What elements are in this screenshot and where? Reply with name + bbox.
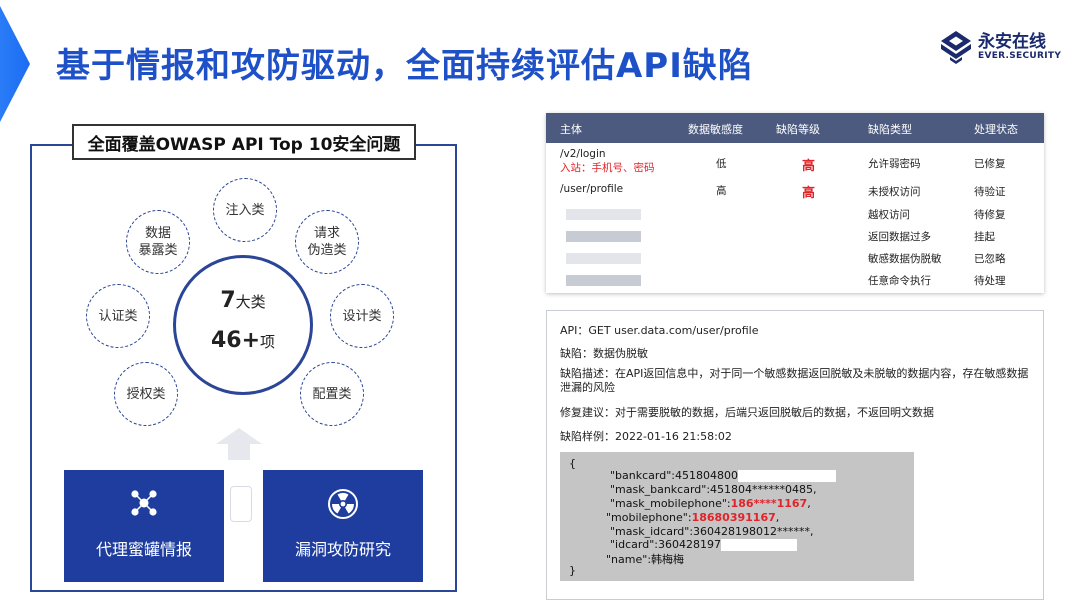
- category-authorization: 授权类: [114, 362, 178, 426]
- logo-en: EVER.SECURITY: [978, 51, 1062, 61]
- code-line: "mask_mobilephone":186****1167,: [610, 497, 811, 510]
- ever-security-logo-icon: [941, 31, 971, 64]
- radiation-icon: [328, 489, 358, 519]
- feature-label: 代理蜜罐情报: [95, 540, 192, 559]
- code-line: "name":韩梅梅: [606, 553, 685, 566]
- sample-code-block: { "bankcard":451804800 "mask_bankcard":4…: [560, 452, 914, 581]
- feature-vuln-research: 漏洞攻防研究: [263, 470, 423, 582]
- category-unit: 大类: [235, 293, 266, 311]
- network-nodes-icon: [131, 490, 157, 516]
- col-subject: 主体: [560, 123, 582, 136]
- redaction: [720, 539, 797, 551]
- page-title: 基于情报和攻防驱动，全面持续评估API缺陷: [56, 46, 753, 86]
- owasp-label: 全面覆盖OWASP API Top 10安全问题: [72, 124, 416, 160]
- category-data-exposure: 数据 暴露类: [126, 210, 190, 274]
- detail-description: 缺陷描述：在API返回信息中，对于同一个敏感数据返回脱敏及未脱敏的数据内容，存在…: [560, 367, 1029, 394]
- table-header: 主体 数据敏感度 缺陷等级 缺陷类型 处理状态: [546, 113, 1044, 143]
- defect-table: 主体 数据敏感度 缺陷等级 缺陷类型 处理状态 /v2/login 入站：手机号…: [546, 113, 1044, 293]
- category-authentication: 认证类: [86, 284, 150, 348]
- detail-sample: 缺陷样例：2022-01-16 21:58:02: [560, 430, 732, 443]
- brand-logo: 永安在线 EVER.SECURITY: [940, 30, 1061, 64]
- connector-deco: [230, 486, 252, 522]
- category-design: 设计类: [330, 284, 394, 348]
- col-level: 缺陷等级: [776, 123, 820, 136]
- col-status: 处理状态: [974, 123, 1018, 136]
- code-line: "mask_bankcard":451804******0485,: [610, 483, 817, 496]
- code-line: "bankcard":451804800: [610, 469, 836, 482]
- feature-proxy-honeypot: 代理蜜罐情报: [64, 470, 224, 582]
- category-request-forgery: 请求 伪造类: [295, 210, 359, 274]
- up-arrow-icon: [216, 428, 262, 460]
- category-configuration: 配置类: [300, 362, 364, 426]
- code-line: "mask_idcard":360428198012******,: [610, 525, 814, 538]
- redacted-subject: [566, 231, 641, 242]
- detail-suggestion: 修复建议：对于需要脱敏的数据，后端只返回脱敏后的数据，不返回明文数据: [560, 406, 934, 419]
- code-line: "idcard":360428197: [610, 538, 797, 551]
- logo-cn: 永安在线: [978, 32, 1046, 52]
- redacted-subject: [566, 275, 641, 286]
- code-line: "mobilephone":18680391167,: [606, 511, 780, 524]
- category-injection: 注入类: [213, 178, 277, 242]
- redacted-subject: [566, 209, 641, 220]
- category-count: 7: [220, 288, 236, 313]
- col-sensitivity: 数据敏感度: [688, 123, 743, 136]
- detail-api: API：GET user.data.com/user/profile: [560, 324, 759, 337]
- item-unit: 项: [260, 333, 276, 351]
- col-type: 缺陷类型: [868, 123, 912, 136]
- redacted-subject: [566, 253, 641, 264]
- feature-label: 漏洞攻防研究: [294, 540, 391, 559]
- detail-defect: 缺陷：数据伪脱敏: [560, 347, 648, 360]
- corner-accent: [0, 6, 30, 122]
- redaction: [737, 470, 836, 482]
- item-count: 46+: [210, 328, 261, 353]
- summary-circle: 7大类 46+项: [173, 255, 313, 395]
